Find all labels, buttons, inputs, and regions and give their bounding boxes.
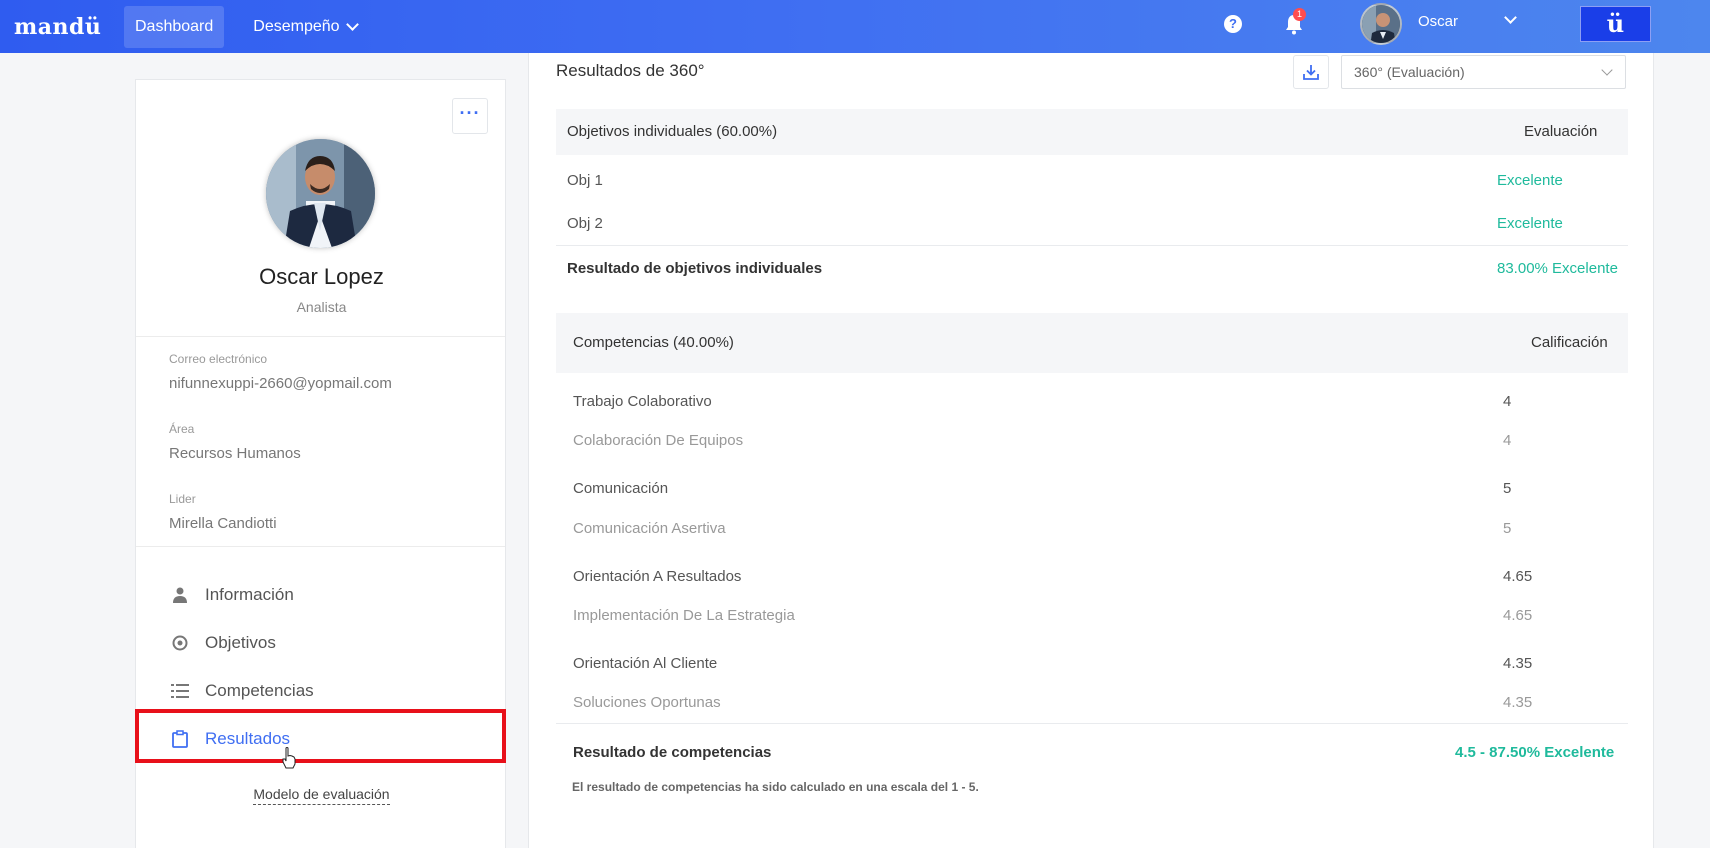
competency-value: 5 [1503,480,1512,497]
email-value: nifunnexuppi-2660@yopmail.com [169,375,392,392]
menu-item-label: Competencias [205,681,314,700]
highlight-annotation [135,709,506,763]
row-divider [556,723,1628,724]
competency-name: Orientación Al Cliente [573,655,718,672]
competency-value: 4.65 [1503,568,1533,585]
menu-item-competencias[interactable]: Competencias [136,669,505,713]
qualification-header-label: Calificación [1531,334,1608,351]
evaluation-select[interactable]: 360° (Evaluación) [1341,55,1626,89]
divider [136,546,505,547]
objectives-total-value: 83.00% Excelente [1497,260,1618,277]
brand-button[interactable]: ü [1580,6,1651,42]
objectives-table-header: Objetivos individuales (60.00%) Evaluaci… [556,109,1628,155]
profile-photo-icon [266,139,375,248]
sub-competency-name: Implementación De La Estrategia [573,607,795,624]
hand-cursor-icon [282,747,296,769]
competencies-note: El resultado de competencias ha sido cal… [572,780,979,794]
download-button[interactable] [1293,55,1329,89]
user-name[interactable]: Oscar [1418,13,1458,30]
sub-competency-name: Comunicación Asertiva [573,520,726,537]
competencies-total-label: Resultado de competencias [573,744,772,761]
leader-label: Lider [169,492,196,506]
row-divider [556,245,1628,246]
menu-item-objetivos[interactable]: Objetivos [136,621,505,665]
download-icon [1303,65,1319,80]
competency-name: Orientación A Resultados [573,568,742,585]
more-options-button[interactable]: ··· [452,98,488,134]
evaluation-header-label: Evaluación [1524,123,1598,140]
area-label: Área [169,422,195,436]
nav-desempeno-label: Desempeño [253,17,340,35]
help-icon[interactable]: ? [1224,15,1242,33]
objectives-header-label: Objetivos individuales (60.00%) [567,123,778,140]
menu-item-label: Información [205,585,294,604]
profile-avatar [266,139,375,248]
leader-value: Mirella Candiotti [169,515,277,532]
profile-name: Oscar Lopez [259,264,384,289]
objectives-total-label: Resultado de objetivos individuales [567,260,823,277]
divider [136,336,505,337]
target-icon [169,632,191,654]
objective-name: Obj 1 [567,172,603,189]
sub-competency-value: 4.65 [1503,607,1533,624]
modelo-evaluacion-link[interactable]: Modelo de evaluación [136,786,507,805]
chevron-down-icon [1601,64,1613,76]
competencies-total-value: 4.5 - 87.50% Excelente [1455,744,1615,761]
menu-item-informacion[interactable]: Información [136,573,505,617]
competency-name: Comunicación [573,480,669,497]
list-icon [169,680,191,702]
sub-competency-value: 4 [1503,432,1512,449]
objective-name: Obj 2 [567,215,603,232]
nav-desempeno[interactable]: Desempeño [242,6,367,48]
person-icon [169,584,191,606]
sub-competency-name: Soluciones Oportunas [573,694,721,711]
area-value: Recursos Humanos [169,445,301,462]
email-label: Correo electrónico [169,352,268,366]
sub-competency-value: 4.35 [1503,694,1533,711]
mandu-logo[interactable]: mandü [14,14,124,40]
competency-name: Trabajo Colaborativo [573,393,712,410]
nav-dashboard[interactable]: Dashboard [124,5,225,48]
competency-value: 4.35 [1503,655,1533,672]
notification-badge: 1 [1293,8,1306,21]
section-title: Resultados de 360° [556,61,705,80]
profile-role: Analista [296,299,347,315]
chevron-down-icon [345,17,359,31]
menu-item-label: Objetivos [205,633,276,652]
profile-card: ··· Oscar Lopez Analista Correo electrón… [135,79,506,848]
evaluation-select-value: 360° (Evaluación) [1354,64,1465,80]
modelo-evaluacion-label: Modelo de evaluación [253,786,390,805]
user-avatar[interactable] [1360,3,1402,45]
competencies-table-header: Competencias (40.00%) Calificación [556,313,1628,373]
competency-value: 4 [1503,393,1512,410]
objective-value: Excelente [1497,215,1563,232]
objective-value: Excelente [1497,172,1563,189]
sub-competency-name: Colaboración De Equipos [573,432,744,449]
competencies-header-label: Competencias (40.00%) [573,334,734,351]
results-panel: Resultados de 360° 360° (Evaluación) Obj… [528,53,1654,848]
sub-competency-value: 5 [1503,520,1512,537]
